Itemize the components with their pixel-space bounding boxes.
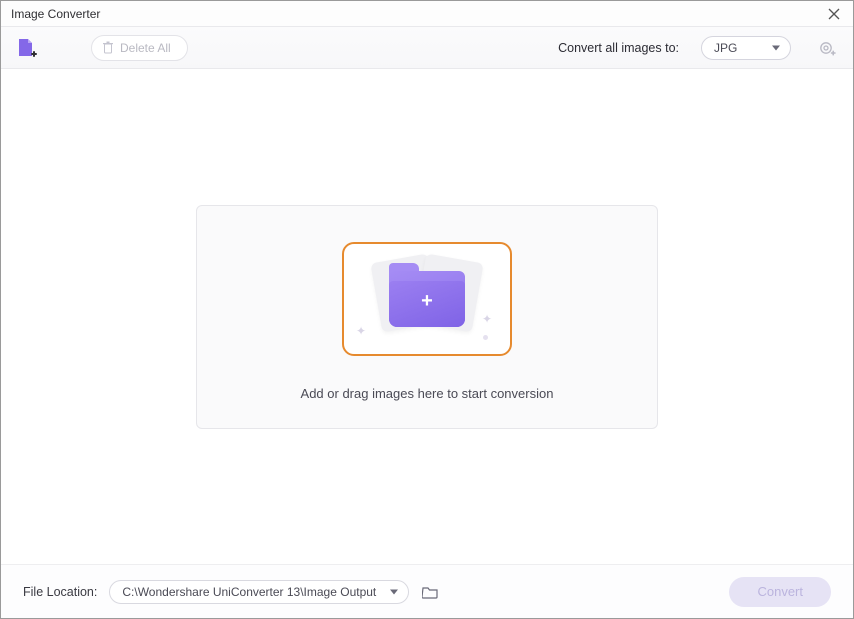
output-path-value: C:\Wondershare UniConverter 13\Image Out… [122,585,376,599]
convert-button-label: Convert [757,584,803,599]
gear-icon [818,39,836,57]
main-area: ✦ ✦ + Add or drag images here to start c… [1,69,853,564]
dropzone-prompt: Add or drag images here to start convers… [301,386,554,401]
image-converter-window: Image Converter [0,0,854,619]
delete-all-button[interactable]: Delete All [91,35,188,61]
add-files-target[interactable]: ✦ ✦ + [342,242,512,356]
sparkle-icon: ✦ [482,312,492,326]
output-path-select[interactable]: C:\Wondershare UniConverter 13\Image Out… [109,580,409,604]
add-file-icon [15,37,37,59]
output-settings-button[interactable] [815,36,839,60]
folder-icon [422,585,438,599]
browse-folder-button[interactable] [421,584,439,600]
convert-all-label: Convert all images to: [558,41,679,55]
add-file-button[interactable] [15,37,37,59]
close-button[interactable] [825,5,843,23]
toolbar: Delete All Convert all images to: JPG [1,27,853,69]
file-location-label: File Location: [23,585,97,599]
close-icon [828,8,840,20]
dot-icon [483,335,488,340]
delete-all-label: Delete All [120,41,171,55]
convert-button[interactable]: Convert [729,577,831,607]
folder-plus-icon: + [389,271,465,327]
titlebar: Image Converter [1,1,853,27]
trash-icon [102,41,114,54]
sparkle-icon: ✦ [356,324,366,338]
footer: File Location: C:\Wondershare UniConvert… [1,564,853,618]
dropzone[interactable]: ✦ ✦ + Add or drag images here to start c… [196,205,658,429]
output-format-value: JPG [714,41,737,55]
window-title: Image Converter [11,7,100,21]
output-format-select[interactable]: JPG [701,36,791,60]
